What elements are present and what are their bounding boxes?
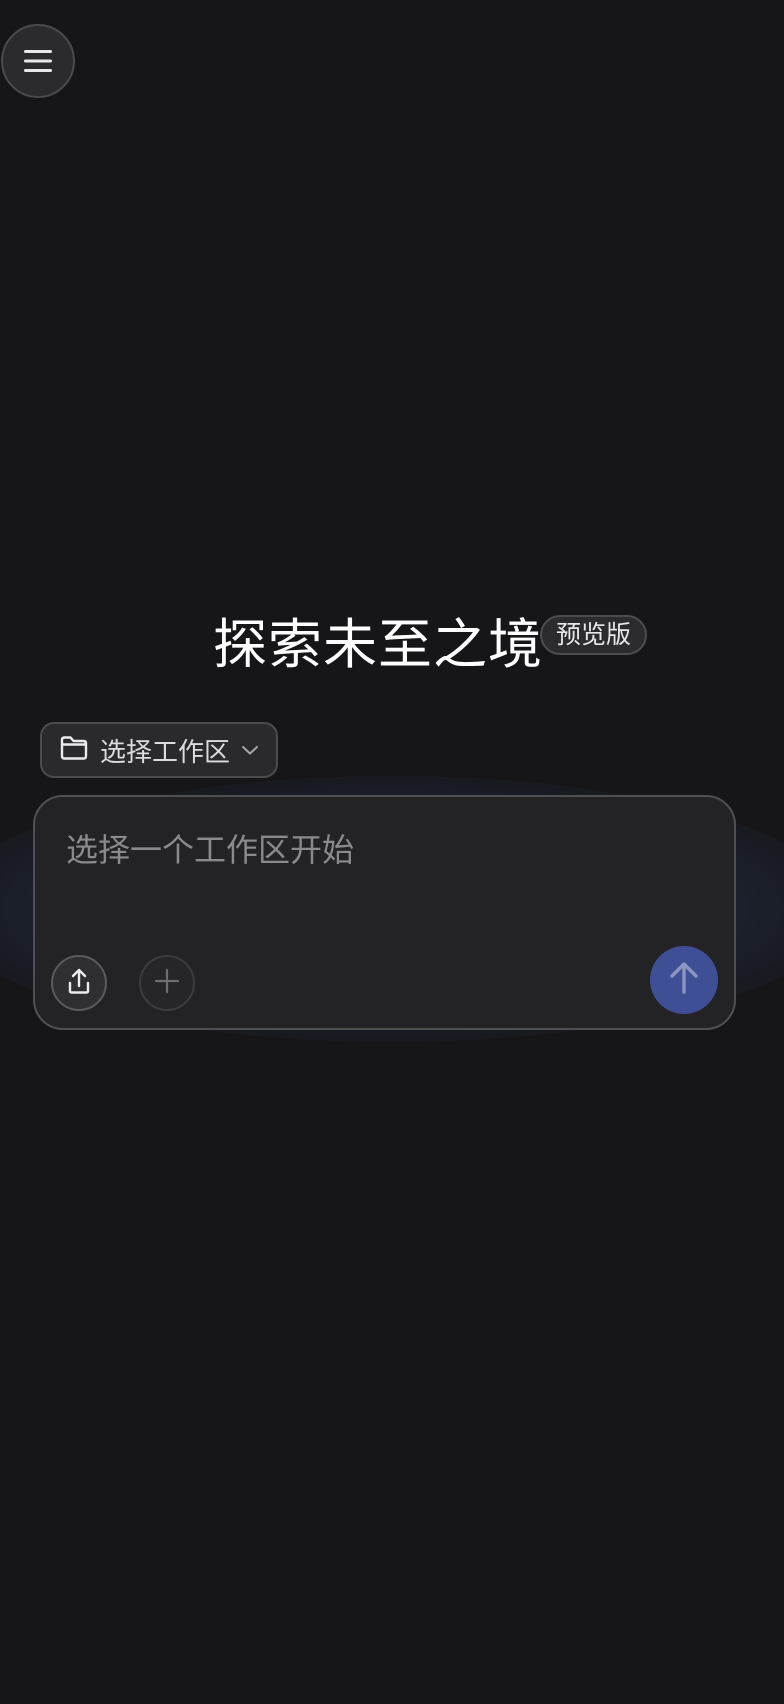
arrow-up-icon	[668, 961, 700, 999]
chevron-down-icon	[241, 744, 259, 756]
send-button[interactable]	[650, 946, 718, 1014]
folder-icon	[59, 735, 89, 765]
upload-icon	[66, 966, 92, 1000]
plus-icon	[154, 968, 180, 998]
upload-button[interactable]	[51, 955, 107, 1011]
message-composer	[33, 795, 736, 1030]
page-title: 探索未至之境	[213, 613, 543, 676]
hero: 探索未至之境 预览版	[0, 604, 784, 684]
hamburger-menu-icon	[23, 49, 53, 73]
preview-badge: 预览版	[540, 615, 648, 655]
workspace-select-label: 选择工作区	[100, 737, 231, 768]
menu-button[interactable]	[1, 24, 75, 98]
message-input[interactable]	[66, 825, 666, 875]
add-button[interactable]	[139, 955, 195, 1011]
workspace-select[interactable]: 选择工作区	[40, 722, 278, 778]
page: 探索未至之境 预览版 选择工作区	[0, 0, 784, 1704]
